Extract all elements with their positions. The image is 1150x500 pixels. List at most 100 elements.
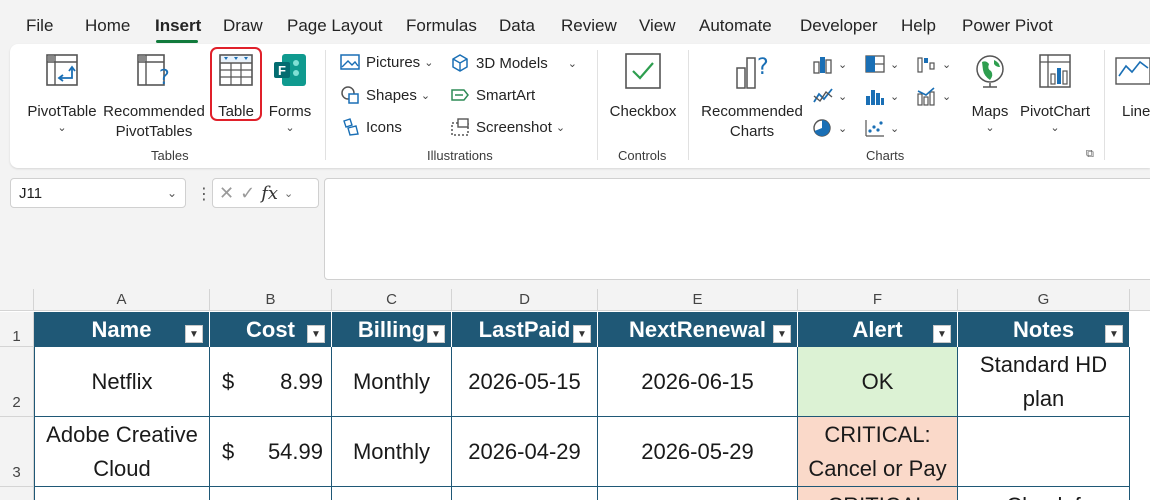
chevron-down-icon: ⌄ — [555, 121, 566, 134]
table-header-cell[interactable]: LastPaid ▼ — [452, 312, 598, 347]
formula-input[interactable] — [324, 178, 1150, 280]
row-header-2[interactable]: 2 — [0, 347, 34, 417]
filter-dropdown-icon[interactable]: ▼ — [427, 325, 445, 343]
cell-billing[interactable]: Monthly — [332, 417, 452, 487]
filter-dropdown-icon[interactable]: ▼ — [573, 325, 591, 343]
table-header-cell[interactable]: NextRenewal ▼ — [598, 312, 798, 347]
cell-name[interactable] — [34, 487, 210, 500]
cell-alert[interactable]: CRITICAL: Cancel or Pay — [798, 417, 958, 487]
row-header-4[interactable] — [0, 487, 34, 500]
menu-view[interactable]: View — [639, 16, 676, 36]
table-header-cell[interactable]: Notes ▼ — [958, 312, 1130, 347]
menu-developer[interactable]: Developer — [800, 16, 878, 36]
cell-alert[interactable]: CRITICAL — [798, 487, 958, 500]
scatter-chart-button[interactable]: ⌄ — [864, 118, 899, 138]
cell-billing[interactable]: Monthly — [332, 347, 452, 417]
row-header-3[interactable]: 3 — [0, 417, 34, 487]
filter-dropdown-icon[interactable]: ▼ — [933, 325, 951, 343]
cell-nextrenewal[interactable]: 2026-06-15 — [598, 347, 798, 417]
cell-lastpaid[interactable]: 2026-05-15 — [452, 347, 598, 417]
row-header-1[interactable]: 1 — [0, 312, 34, 347]
header-alert: Alert — [852, 316, 903, 342]
name-box[interactable]: J11 ⌄ — [10, 178, 186, 208]
insert-function-icon[interactable]: fx — [261, 183, 278, 204]
pivottable-button[interactable]: PivotTable ⌄ — [24, 52, 100, 134]
enter-icon[interactable]: ✓ — [240, 183, 255, 204]
cell-cost[interactable] — [210, 487, 332, 500]
filter-dropdown-icon[interactable]: ▼ — [307, 325, 325, 343]
icons-button[interactable]: Icons — [340, 117, 402, 137]
cell-cost[interactable]: $54.99 — [210, 417, 332, 487]
recommended-pivottables-label-2: PivotTables — [115, 123, 193, 140]
menu-data[interactable]: Data — [499, 16, 535, 36]
statistic-chart-button[interactable]: ⌄ — [864, 86, 899, 106]
menu-review[interactable]: Review — [561, 16, 617, 36]
maps-button[interactable]: Maps ⌄ — [966, 52, 1014, 134]
menu-insert[interactable]: Insert — [155, 16, 201, 36]
smartart-icon — [451, 89, 469, 101]
3d-models-button[interactable]: 3D Models ⌄ — [450, 53, 577, 73]
pivotchart-button[interactable]: PivotChart ⌄ — [1016, 52, 1094, 134]
cell-nextrenewal[interactable]: 2026-05-29 — [598, 417, 798, 487]
column-header-c[interactable]: C — [332, 289, 452, 311]
column-header-a[interactable]: A — [34, 289, 210, 311]
cell-lastpaid[interactable] — [452, 487, 598, 500]
table-header-cell[interactable]: Alert ▼ — [798, 312, 958, 347]
currency-symbol: $ — [222, 438, 235, 464]
chevron-down-icon[interactable]: ⌄ — [284, 187, 293, 200]
cell-lastpaid[interactable]: 2026-04-29 — [452, 417, 598, 487]
combo-chart-button[interactable]: ⌄ — [916, 86, 951, 106]
cell-billing[interactable] — [332, 487, 452, 500]
cell-notes[interactable]: Standard HD plan — [958, 347, 1130, 417]
waterfall-chart-button[interactable]: ⌄ — [916, 54, 951, 74]
scatter-chart-icon — [865, 120, 884, 137]
select-all-corner[interactable] — [0, 289, 34, 311]
menu-home[interactable]: Home — [85, 16, 130, 36]
cell-notes[interactable] — [958, 417, 1130, 487]
pie-chart-button[interactable]: ⌄ — [812, 118, 847, 138]
menu-page-layout[interactable]: Page Layout — [287, 16, 382, 36]
cell-notes[interactable]: Check f — [958, 487, 1130, 500]
forms-button[interactable]: F Forms ⌄ — [264, 52, 316, 134]
cell-name[interactable]: Netflix — [34, 347, 210, 417]
dialog-launcher-icon[interactable]: ⧉ — [1086, 148, 1094, 161]
hierarchy-chart-button[interactable]: ⌄ — [864, 54, 899, 74]
menu-automate[interactable]: Automate — [699, 16, 772, 36]
cancel-icon[interactable]: ✕ — [219, 183, 234, 204]
table-header-cell[interactable]: Cost ▼ — [210, 312, 332, 347]
table-header-cell[interactable]: Name ▼ — [34, 312, 210, 347]
column-chart-button[interactable]: ⌄ — [812, 54, 847, 74]
cell-alert[interactable]: OK — [798, 347, 958, 417]
column-header-b[interactable]: B — [210, 289, 332, 311]
forms-label: Forms — [268, 103, 312, 120]
more-options-icon[interactable]: ⋮ — [196, 184, 212, 204]
cell-name[interactable]: Adobe Creative Cloud — [34, 417, 210, 487]
line-chart-button[interactable]: ⌄ — [812, 86, 847, 106]
pictures-button[interactable]: Pictures ⌄ — [340, 53, 433, 71]
menu-file[interactable]: File — [26, 16, 53, 36]
cell-cost[interactable]: $8.99 — [210, 347, 332, 417]
shapes-button[interactable]: Shapes ⌄ — [340, 85, 430, 105]
column-header-g[interactable]: G — [958, 289, 1130, 311]
column-header-f[interactable]: F — [798, 289, 958, 311]
table-header-cell[interactable]: Billing ▼ — [332, 312, 452, 347]
line-sparkline-button[interactable]: Line — [1114, 52, 1150, 122]
menu-draw[interactable]: Draw — [223, 16, 263, 36]
recommended-pivottables-button[interactable]: ? Recommended PivotTables — [102, 52, 206, 142]
checkbox-button[interactable]: Checkbox — [608, 52, 678, 122]
column-header-e[interactable]: E — [598, 289, 798, 311]
menu-help[interactable]: Help — [901, 16, 936, 36]
menu-power-pivot[interactable]: Power Pivot — [962, 16, 1053, 36]
recommended-charts-button[interactable]: ? Recommended Charts — [700, 52, 804, 142]
smartart-button[interactable]: SmartArt — [450, 85, 535, 105]
cell-nextrenewal[interactable] — [598, 487, 798, 500]
screenshot-button[interactable]: Screenshot ⌄ — [450, 117, 565, 137]
filter-dropdown-icon[interactable]: ▼ — [773, 325, 791, 343]
chevron-down-icon: ⌄ — [57, 122, 67, 134]
filter-dropdown-icon[interactable]: ▼ — [185, 325, 203, 343]
chevron-down-icon[interactable]: ⌄ — [167, 186, 177, 200]
pivotchart-label: PivotChart — [1019, 103, 1091, 120]
filter-dropdown-icon[interactable]: ▼ — [1105, 325, 1123, 343]
column-header-d[interactable]: D — [452, 289, 598, 311]
menu-formulas[interactable]: Formulas — [406, 16, 477, 36]
